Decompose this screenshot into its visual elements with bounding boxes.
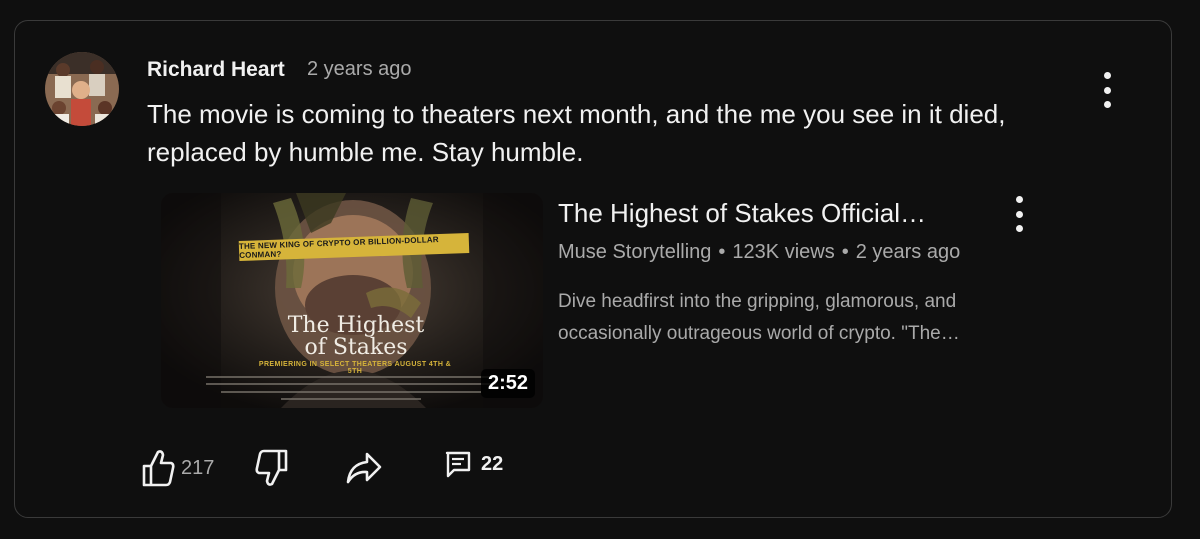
replies-button[interactable]: 22 (443, 449, 503, 479)
like-button[interactable]: 217 (141, 449, 214, 487)
comment-author[interactable]: Richard Heart (147, 58, 285, 82)
video-meta: Muse Storytelling • 123K views • 2 years ago (558, 241, 961, 263)
dislike-button[interactable] (255, 449, 289, 487)
poster-credits (201, 376, 501, 400)
video-duration: 2:52 (480, 369, 535, 398)
video-title[interactable]: The Highest of Stakes Official… (558, 198, 926, 229)
thumbs-down-icon (255, 449, 288, 486)
video-thumbnail[interactable]: THE NEW KING OF CRYPTO OR BILLION-DOLLAR… (161, 193, 543, 408)
like-count: 217 (181, 456, 215, 479)
video-age: 2 years ago (855, 241, 961, 263)
poster-title: The Highest of Stakes (287, 313, 425, 360)
share-arrow-icon (346, 452, 382, 484)
thumbs-up-icon (142, 450, 175, 487)
comment-card: Richard Heart 2 years ago The movie is c… (14, 20, 1172, 518)
poster-premiere-text: PREMIERING IN SELECT THEATERS AUGUST 4TH… (258, 361, 452, 375)
comment-text: The movie is coming to theaters next mon… (147, 99, 1006, 167)
avatar-image (45, 52, 119, 126)
more-vert-icon[interactable] (1097, 72, 1117, 108)
comment-icon (445, 451, 471, 478)
comment-timestamp[interactable]: 2 years ago (307, 58, 412, 81)
video-description: Dive headfirst into the gripping, glamor… (558, 291, 960, 344)
video-views: 123K views (732, 241, 835, 263)
more-vert-icon[interactable] (1009, 196, 1029, 232)
avatar[interactable] (45, 52, 119, 126)
video-channel[interactable]: Muse Storytelling (558, 241, 711, 263)
share-button[interactable] (345, 449, 383, 487)
reply-count: 22 (481, 452, 504, 475)
